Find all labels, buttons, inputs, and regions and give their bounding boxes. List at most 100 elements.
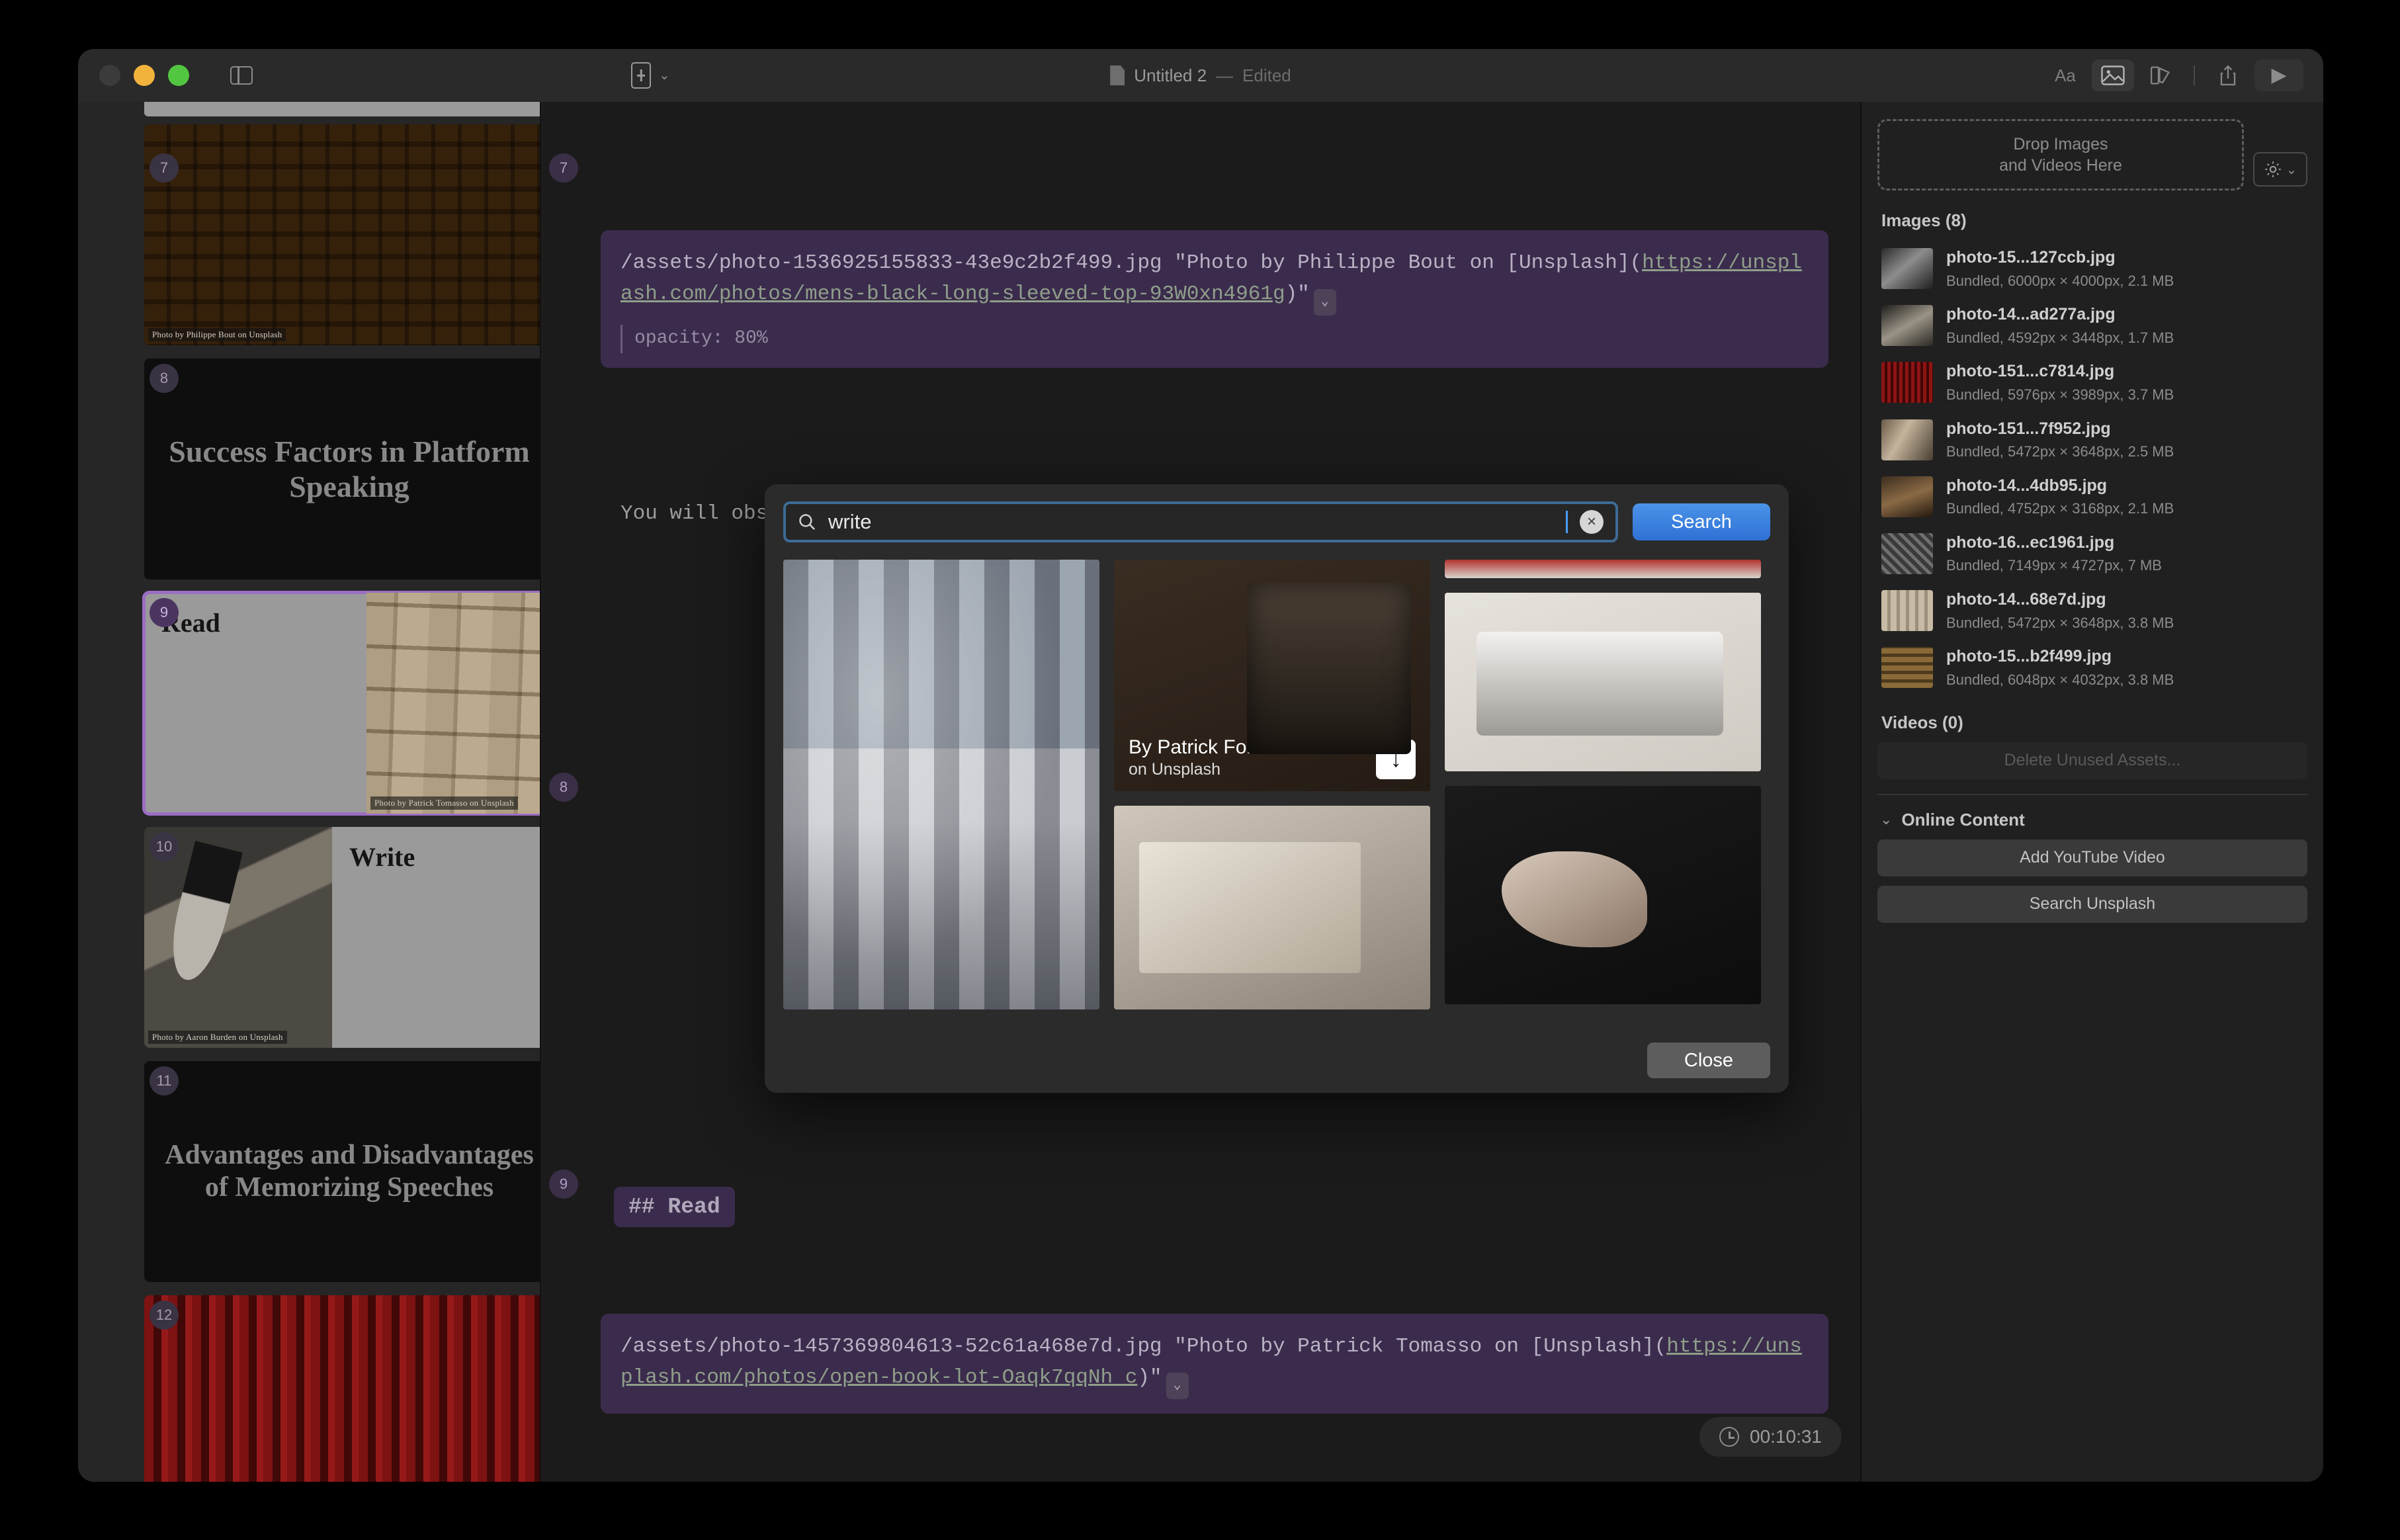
asset-metadata: Bundled, 5472px × 3648px, 3.8 MB: [1946, 614, 2174, 631]
title-bar: ⌄ Untitled 2 — Edited Aa ▶: [78, 49, 2323, 102]
online-content-label: Online Content: [1901, 809, 2025, 830]
text-style-button[interactable]: Aa: [2044, 60, 2086, 91]
slide-number: 12: [150, 1301, 179, 1330]
add-youtube-video-button[interactable]: Add YouTube Video: [1877, 839, 2307, 877]
slide-thumbnail[interactable]: Photo by Philippe Bout on Unsplash: [144, 124, 540, 345]
slide-title: Write: [349, 842, 415, 872]
asset-list-item[interactable]: photo-14...ad277a.jpg Bundled, 4592px × …: [1877, 297, 2307, 354]
slide-thumbnail[interactable]: Success Factors in Platform Speaking: [144, 359, 540, 579]
slide-item-7[interactable]: 7 Photo by Philippe Bout on Unsplash: [78, 124, 540, 345]
asset-filename: photo-14...68e7d.jpg: [1946, 590, 2106, 609]
slide-thumbnail[interactable]: Photo by Aaron Burden on Unsplash Write: [144, 827, 540, 1048]
chevron-down-icon[interactable]: ⌄: [1313, 289, 1336, 316]
search-input[interactable]: write ×: [783, 501, 1618, 542]
asset-filename: photo-151...c7814.jpg: [1946, 362, 2115, 381]
markdown-image-block-2[interactable]: /assets/photo-1457369804613-52c61a468e7d…: [601, 1314, 1828, 1414]
markdown-path: /assets/photo-1457369804613-52c61a468e7d…: [621, 1335, 1667, 1358]
slide-image: Photo by Aaron Burden on Unsplash: [144, 827, 332, 1048]
chevron-down-icon[interactable]: ⌄: [659, 69, 670, 82]
slide-item-9[interactable]: 9 Read Photo by Patrick Tomasso on Unspl…: [78, 591, 540, 816]
slide-thumbnail[interactable]: Advantages and Disadvantages of Memorizi…: [144, 1061, 540, 1282]
delete-unused-assets-button[interactable]: Delete Unused Assets...: [1877, 742, 2307, 779]
search-result-tile[interactable]: [1445, 593, 1761, 771]
gear-icon: [2264, 161, 2281, 177]
assets-panel: Drop Images and Videos Here ⌄ Images (8): [1860, 102, 2323, 1482]
asset-list-item[interactable]: photo-14...68e7d.jpg Bundled, 5472px × 3…: [1877, 582, 2307, 639]
add-slide-group[interactable]: ⌄: [631, 49, 670, 102]
slide-item-11[interactable]: 11 Advantages and Disadvantages of Memor…: [78, 1061, 540, 1282]
document-status: Edited: [1242, 65, 1291, 85]
search-submit-button[interactable]: Search: [1633, 503, 1770, 540]
search-result-tile-selected[interactable]: By Patrick Fore on Unsplash ↓: [1114, 560, 1430, 791]
asset-filename: photo-16...ec1961.jpg: [1946, 533, 2115, 552]
modal-search-row: write × Search: [783, 501, 1770, 542]
markdown-opacity-attribute: opacity: 80%: [621, 325, 1809, 353]
window-controls: [78, 65, 253, 86]
slide-title: Success Factors in Platform Speaking: [169, 434, 530, 503]
asset-list-item[interactable]: photo-15...127ccb.jpg Bundled, 6000px × …: [1877, 240, 2307, 297]
dropzone-line-1: Drop Images: [2013, 135, 2108, 153]
photo-credit: Photo by Patrick Tomasso on Unsplash: [370, 796, 518, 810]
presentation-timer[interactable]: 00:10:31: [1699, 1417, 1842, 1457]
share-icon: [2220, 65, 2236, 86]
slide-item-12[interactable]: 12: [78, 1295, 540, 1482]
slide-item-8[interactable]: 8 Success Factors in Platform Speaking: [78, 359, 540, 579]
slide-navigator[interactable]: 7 Photo by Philippe Bout on Unsplash 8 S…: [78, 102, 541, 1482]
search-result-tile[interactable]: [1114, 806, 1430, 1009]
asset-list-item[interactable]: photo-15...b2f499.jpg Bundled, 6048px × …: [1877, 639, 2307, 696]
slide-image: [144, 1295, 540, 1482]
share-button[interactable]: [2207, 60, 2249, 91]
theme-palette-icon: [2150, 66, 2170, 85]
theme-button[interactable]: [2139, 60, 2182, 91]
clock-icon: [1719, 1427, 1739, 1447]
sidebar-toggle-icon[interactable]: [230, 66, 253, 85]
slide-number: 10: [150, 832, 179, 861]
document-icon: [1110, 65, 1125, 85]
asset-metadata: Bundled, 4752px × 3168px, 2.1 MB: [1946, 500, 2174, 517]
drop-images-zone[interactable]: Drop Images and Videos Here: [1877, 119, 2244, 191]
search-results-grid[interactable]: By Patrick Fore on Unsplash ↓: [783, 560, 1770, 1009]
minimize-window-button[interactable]: [134, 65, 155, 86]
slide-image: Photo by Patrick Tomasso on Unsplash: [366, 593, 540, 814]
asset-list-item[interactable]: photo-151...c7814.jpg Bundled, 5976px × …: [1877, 354, 2307, 411]
add-slide-icon[interactable]: [631, 62, 651, 89]
online-content-section-header[interactable]: ⌄ Online Content: [1880, 810, 2307, 830]
download-icon[interactable]: ↓: [1376, 740, 1416, 779]
asset-list-item[interactable]: photo-14...4db95.jpg Bundled, 4752px × 3…: [1877, 468, 2307, 525]
slide-title: Advantages and Disadvantages of Memorizi…: [165, 1140, 534, 1203]
asset-list-item[interactable]: photo-16...ec1961.jpg Bundled, 7149px × …: [1877, 525, 2307, 582]
image-panel-button[interactable]: [2092, 60, 2134, 91]
search-result-tile[interactable]: [1445, 560, 1761, 578]
search-input-value[interactable]: write: [828, 510, 1554, 534]
slide-thumbnail[interactable]: [144, 1295, 540, 1482]
slide-title-area: Read: [144, 593, 366, 814]
chevron-down-icon[interactable]: ⌄: [2286, 161, 2297, 178]
slide-thumbnail-selected[interactable]: Read Photo by Patrick Tomasso on Unsplas…: [142, 591, 540, 816]
search-unsplash-button[interactable]: Search Unsplash: [1877, 885, 2307, 923]
attribution-overlay: By Patrick Fore on Unsplash ↓: [1114, 724, 1430, 791]
search-result-tile[interactable]: [1445, 786, 1761, 1004]
search-result-tile[interactable]: [783, 560, 1099, 1009]
markdown-path: /assets/photo-1536925155833-43e9c2b2f499…: [621, 251, 1643, 275]
slide-thumbnail-partial[interactable]: [144, 102, 540, 116]
asset-filename: photo-15...127ccb.jpg: [1946, 248, 2116, 267]
assets-settings-button[interactable]: ⌄: [2253, 152, 2307, 187]
maximize-window-button[interactable]: [168, 65, 189, 86]
unsplash-search-dialog[interactable]: write × Search By Patrick Fore on Unspla…: [765, 484, 1789, 1093]
app-window: ⌄ Untitled 2 — Edited Aa ▶ 7 Photo by Ph…: [78, 49, 2323, 1482]
clear-search-icon[interactable]: ×: [1580, 510, 1604, 534]
title-separator: —: [1216, 65, 1234, 85]
close-dialog-button[interactable]: Close: [1647, 1043, 1770, 1078]
markdown-image-block-1[interactable]: /assets/photo-1536925155833-43e9c2b2f499…: [601, 230, 1828, 368]
results-column-3: [1445, 560, 1761, 1009]
markdown-tail: )": [1285, 282, 1310, 306]
slide-item-10[interactable]: 10 Photo by Aaron Burden on Unsplash Wri…: [78, 827, 540, 1048]
search-icon: [799, 514, 816, 531]
asset-filename: photo-14...ad277a.jpg: [1946, 305, 2116, 324]
close-window-button[interactable]: [99, 65, 120, 86]
present-button[interactable]: ▶: [2254, 60, 2303, 91]
chevron-down-icon[interactable]: ⌄: [1880, 811, 1892, 828]
editor-heading-read[interactable]: ## Read: [614, 1187, 735, 1227]
chevron-down-icon[interactable]: ⌄: [1166, 1373, 1189, 1400]
asset-list-item[interactable]: photo-151...7f952.jpg Bundled, 5472px × …: [1877, 411, 2307, 468]
